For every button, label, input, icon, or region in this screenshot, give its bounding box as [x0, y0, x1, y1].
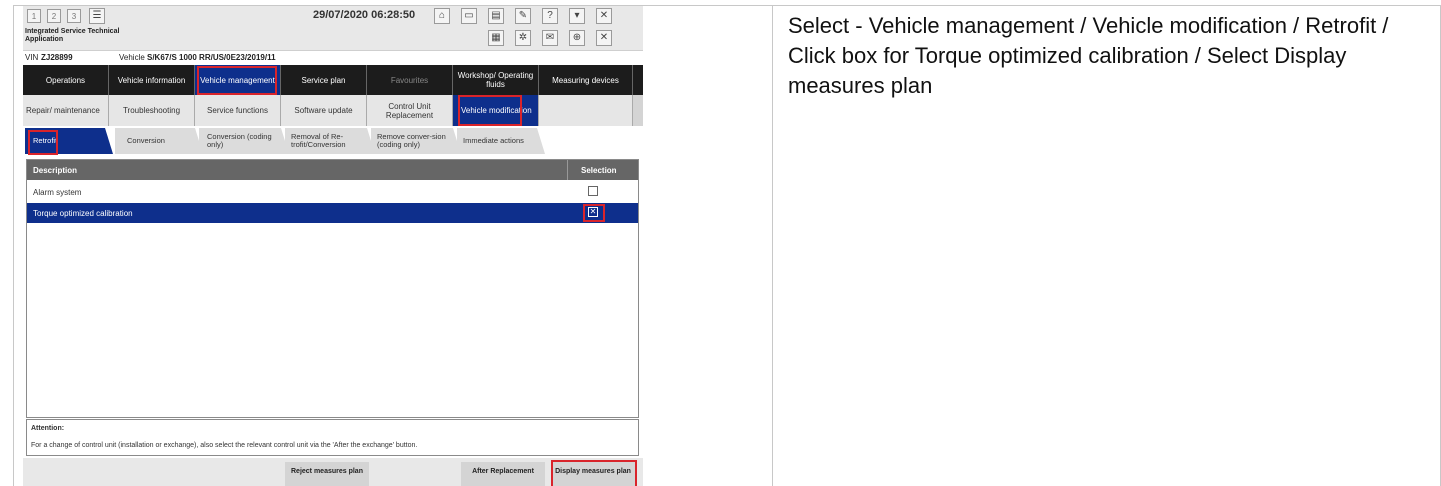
subnav-repair-maintenance[interactable]: Repair/ maintenance — [23, 95, 109, 126]
checkbox-alarm-system[interactable] — [588, 186, 598, 196]
session-tab-3[interactable]: 3 — [67, 9, 81, 23]
nav-measuring-devices[interactable]: Measuring devices — [539, 65, 633, 95]
settings-gear-icon[interactable]: ✲ — [515, 30, 531, 46]
reject-measures-plan-button[interactable]: Reject measures plan — [285, 462, 369, 486]
tab-remove-conversion-coding-only[interactable]: Remove conver-sion (coding only) — [371, 128, 461, 154]
column-description: Description — [33, 166, 78, 175]
home-icon[interactable]: ⌂ — [434, 8, 450, 24]
nav-vehicle-management[interactable]: Vehicle management — [195, 65, 281, 95]
zoom-icon[interactable]: ⊕ — [569, 30, 585, 46]
row-label-alarm-system: Alarm system — [33, 188, 82, 197]
table-row[interactable]: Alarm system — [27, 182, 638, 202]
vin-label: VIN — [25, 53, 39, 62]
attention-heading: Attention: — [31, 425, 65, 432]
row-label-torque-optimized-calibration: Torque optimized calibration — [33, 209, 133, 218]
attention-box: Attention: For a change of control unit … — [26, 419, 639, 456]
tab-retrofit[interactable]: Retrofit — [25, 128, 113, 154]
vehicle-label: Vehicle — [119, 53, 145, 62]
notes-icon[interactable]: ▦ — [488, 30, 504, 46]
tab-conversion-coding-only[interactable]: Conversion (coding only) — [199, 128, 289, 154]
tab-removal-of-retrofit-conversion[interactable]: Removal of Re-trofit/Conversion — [285, 128, 375, 154]
session-tab-2[interactable]: 2 — [47, 9, 61, 23]
modification-tabs: Retrofit Conversion Conversion (coding o… — [23, 126, 643, 156]
subnav-control-unit-replacement[interactable]: Control Unit Replacement — [367, 95, 453, 126]
table-row[interactable]: Torque optimized calibration ✕ — [27, 203, 638, 223]
display-measures-plan-button[interactable]: Display measures plan — [551, 462, 635, 486]
nav-workshop-operating-fluids[interactable]: Workshop/ Operating fluids — [453, 65, 539, 95]
tab-immediate-actions[interactable]: Immediate actions — [457, 128, 545, 154]
nav-operations[interactable]: Operations — [23, 65, 109, 95]
instruction-text: Select - Vehicle management / Vehicle mo… — [788, 13, 1389, 98]
nav-favourites[interactable]: Favourites — [367, 65, 453, 95]
application-header: Integrated Service Technical Application… — [23, 26, 643, 51]
subnav-service-functions[interactable]: Service functions — [195, 95, 281, 126]
close-session-icon[interactable]: ✕ — [596, 30, 612, 46]
top-toolbar: 1 2 3 ☰ 29/07/2020 06:28:50 ⌂ ▭ ▤ ✎ ? ▾ … — [23, 6, 643, 26]
minimize-icon[interactable]: ▾ — [569, 8, 585, 24]
session-tab-1[interactable]: 1 — [27, 9, 41, 23]
main-navigation: Operations Vehicle information Vehicle m… — [23, 65, 643, 95]
column-selection: Selection — [581, 166, 617, 175]
tab-conversion[interactable]: Conversion — [115, 128, 203, 154]
datetime-display: 29/07/2020 06:28:50 — [313, 9, 416, 21]
nav-service-plan[interactable]: Service plan — [281, 65, 367, 95]
wrench-icon[interactable]: ✎ — [515, 8, 531, 24]
help-icon[interactable]: ? — [542, 8, 558, 24]
nav-vehicle-information[interactable]: Vehicle information — [109, 65, 195, 95]
vehicle-info-row: VIN ZJ28899 Vehicle S/K67/S 1000 RR/US/0… — [23, 51, 643, 64]
display-icon[interactable]: ▭ — [461, 8, 477, 24]
after-replacement-button[interactable]: After Replacement — [461, 462, 545, 486]
ista-application-window: 1 2 3 ☰ 29/07/2020 06:28:50 ⌂ ▭ ▤ ✎ ? ▾ … — [23, 6, 643, 486]
checkbox-torque-optimized-calibration[interactable]: ✕ — [588, 207, 598, 217]
bottom-actions: Reject measures plan After Replacement D… — [23, 458, 643, 486]
vehicle-value: S/K67/S 1000 RR/US/0E23/2019/11 — [147, 53, 276, 62]
print-icon[interactable]: ▤ — [488, 8, 504, 24]
retrofit-table: Description Selection Alarm system Torqu… — [26, 159, 639, 418]
close-icon[interactable]: ✕ — [596, 8, 612, 24]
app-title-line2: Application — [25, 36, 64, 43]
subnav-empty — [539, 95, 633, 126]
document-border-left — [13, 5, 14, 486]
subnav-troubleshooting[interactable]: Troubleshooting — [109, 95, 195, 126]
table-header: Description Selection — [27, 160, 638, 180]
mail-icon[interactable]: ✉ — [542, 30, 558, 46]
subnav-software-update[interactable]: Software update — [281, 95, 367, 126]
attention-text: For a change of control unit (installati… — [31, 442, 418, 449]
vin-value: ZJ28899 — [41, 53, 73, 62]
app-title: Integrated Service Technical Application — [25, 28, 145, 44]
subnav-vehicle-modification[interactable]: Vehicle modification — [453, 95, 539, 126]
app-title-line1: Integrated Service Technical — [25, 28, 120, 35]
document-column-divider — [772, 5, 773, 486]
sub-navigation: Repair/ maintenance Troubleshooting Serv… — [23, 95, 643, 126]
list-icon[interactable]: ☰ — [89, 8, 105, 24]
